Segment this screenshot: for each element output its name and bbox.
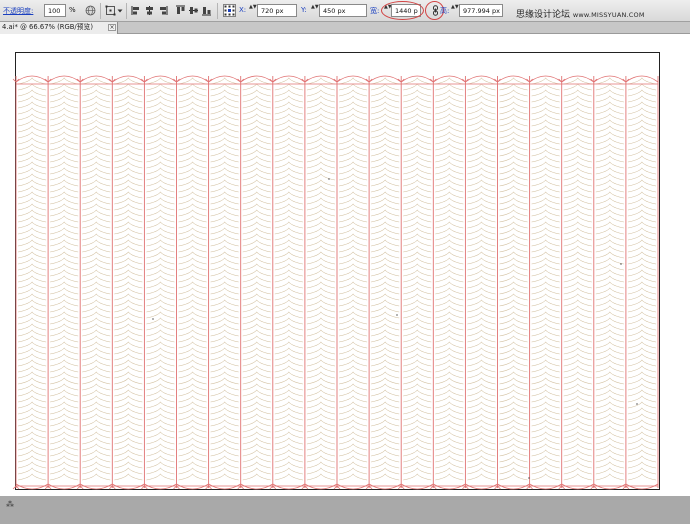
bottom-arch-guide: [304, 483, 338, 490]
align-left-icon[interactable]: [130, 4, 143, 17]
bottom-arch-guide: [240, 483, 274, 490]
height-stepper[interactable]: ▲▼: [451, 4, 459, 17]
bottom-arch-guide: [208, 483, 241, 490]
bottom-arch-guide: [497, 483, 530, 490]
separator: [100, 3, 101, 19]
x-field[interactable]: [257, 4, 297, 17]
feather-column: [403, 77, 432, 481]
align-center-icon[interactable]: [143, 4, 156, 17]
watermark-text: 思缘设计论坛: [516, 10, 571, 20]
width-stepper[interactable]: ▲▼: [384, 4, 392, 17]
top-arch-guide: [433, 75, 466, 83]
width-label: 宽:: [370, 7, 380, 15]
align-top-icon[interactable]: [174, 4, 187, 17]
top-arch-guide: [112, 75, 145, 83]
reference-point-icon[interactable]: [222, 3, 236, 17]
top-arch-guide: [15, 75, 49, 83]
y-stepper[interactable]: ▲▼: [311, 4, 319, 17]
status-indicator: ⁂: [6, 500, 14, 509]
x-label: X:: [239, 6, 247, 14]
bottom-arch-guide: [529, 483, 562, 490]
top-arch-guide: [368, 75, 402, 83]
feather-column: [210, 77, 239, 481]
feather-column: [17, 77, 47, 481]
top-arch-guide: [561, 75, 595, 83]
top-arch-guide: [272, 75, 306, 83]
top-arch-guide: [79, 75, 113, 83]
top-arch-guide: [593, 75, 627, 83]
bottom-arch-guide: [272, 483, 306, 490]
top-arch-guide: [176, 75, 209, 83]
feather-column: [146, 77, 175, 481]
feather-column: [435, 77, 464, 481]
top-arch-guide: [400, 75, 434, 83]
top-arch-guide: [529, 75, 562, 83]
top-arch-guide: [625, 75, 659, 83]
watermark-url: www.MISSYUAN.COM: [572, 11, 645, 19]
feather-column: [242, 77, 271, 481]
feather-column: [563, 77, 592, 481]
pasteboard-bottom: [0, 496, 690, 524]
y-field[interactable]: [319, 4, 367, 17]
width-field[interactable]: [391, 4, 421, 17]
bottom-arch-guide: [15, 483, 49, 490]
separator: [126, 3, 127, 19]
opacity-field[interactable]: [44, 4, 66, 17]
control-bar: 不透明度: % X: ▲▼ Y: ▲▼ 宽: ▲▼ 高:: [0, 0, 690, 22]
feather-column: [338, 77, 368, 481]
top-arch-guide: [497, 75, 530, 83]
bottom-arch-guide: [79, 483, 113, 490]
globe-icon[interactable]: [84, 4, 97, 17]
bottom-arch-guide: [433, 483, 466, 490]
separator: [217, 3, 218, 19]
top-arch-guide: [336, 75, 370, 83]
feather-column: [499, 77, 528, 481]
opacity-label[interactable]: 不透明度:: [3, 6, 33, 16]
top-arch-guide: [47, 75, 81, 83]
feather-column: [627, 77, 657, 481]
bottom-arch-guide: [593, 483, 627, 490]
top-arch-guide: [304, 75, 338, 83]
feather-column: [595, 77, 624, 481]
opacity-unit: %: [69, 6, 76, 14]
feather-column: [50, 77, 79, 481]
feather-column: [178, 77, 207, 481]
bottom-arch-guide: [400, 483, 434, 490]
feather-pattern-artwork[interactable]: [0, 34, 690, 496]
align-middle-icon[interactable]: [187, 4, 200, 17]
align-right-icon[interactable]: [156, 4, 169, 17]
top-arch-guide: [240, 75, 274, 83]
feather-column: [274, 77, 303, 481]
chevron-down-icon[interactable]: [116, 4, 123, 17]
bottom-arch-guide: [144, 483, 177, 490]
bottom-arch-guide: [112, 483, 145, 490]
feather-column: [467, 77, 496, 481]
bottom-arch-guide: [47, 483, 81, 490]
height-label: 高:: [440, 7, 450, 15]
top-arch-guide: [144, 75, 177, 83]
x-stepper[interactable]: ▲▼: [249, 4, 257, 17]
y-label: Y:: [301, 6, 307, 14]
bottom-arch-guide: [176, 483, 209, 490]
bottom-arch-guide: [625, 483, 659, 490]
bottom-arch-guide: [336, 483, 370, 490]
document-tab-title: 4.ai* @ 66.67% (RGB/预览): [2, 23, 93, 31]
bottom-arch-guide: [368, 483, 402, 490]
feather-column: [82, 77, 111, 481]
bottom-arch-guide: [561, 483, 595, 490]
align-bottom-icon[interactable]: [200, 4, 213, 17]
height-field[interactable]: [459, 4, 503, 17]
top-arch-guide: [208, 75, 241, 83]
document-tab-strip: 4.ai* @ 66.67% (RGB/预览) ×: [0, 22, 690, 34]
bottom-arch-guide: [465, 483, 498, 490]
feather-column: [306, 77, 336, 481]
feather-column: [371, 77, 400, 481]
document-tab[interactable]: 4.ai* @ 66.67% (RGB/预览): [0, 22, 118, 34]
top-arch-guide: [465, 75, 498, 83]
site-watermark: 思缘设计论坛 www.MISSYUAN.COM: [516, 7, 645, 20]
feather-column: [114, 77, 143, 481]
close-icon[interactable]: ×: [108, 24, 116, 31]
feather-column: [531, 77, 560, 481]
